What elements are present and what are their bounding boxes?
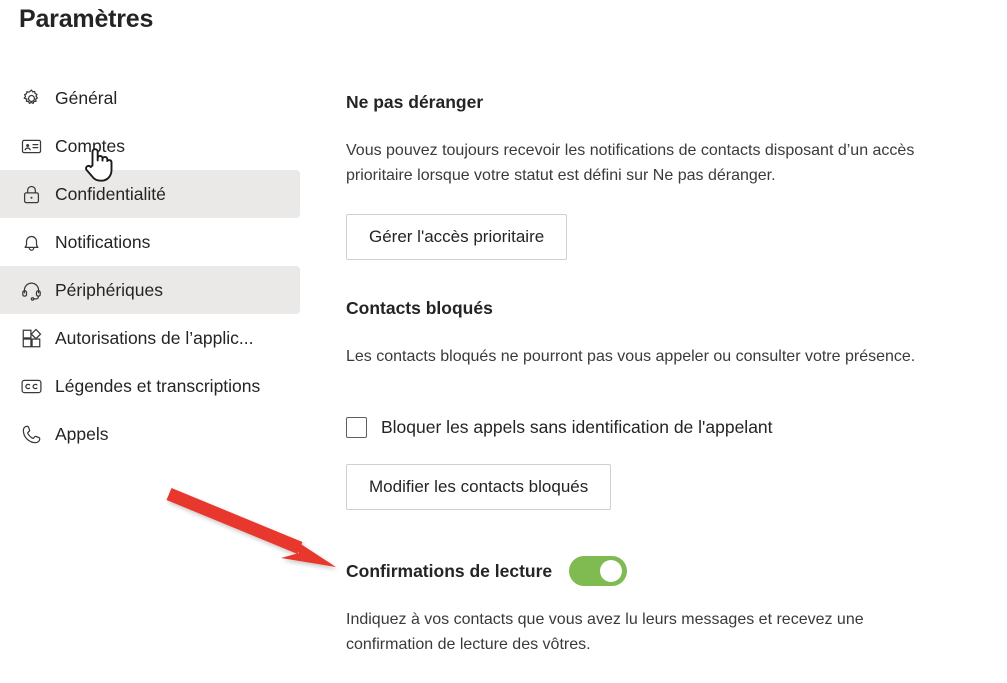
sidebar-item-comptes[interactable]: Comptes — [0, 122, 300, 170]
settings-window: Paramètres Général Comptes Confidentiali… — [0, 0, 1007, 683]
annotation-arrow-icon — [166, 487, 336, 567]
block-anonymous-calls-checkbox-row[interactable]: Bloquer les appels sans identification d… — [346, 416, 773, 438]
headset-icon — [18, 277, 44, 303]
sidebar-item-autorisations[interactable]: Autorisations de l’applic... — [0, 314, 300, 362]
sidebar-item-label: Appels — [55, 424, 109, 444]
read-receipts-toggle[interactable] — [569, 556, 628, 586]
blocked-contacts-description: Les contacts bloqués ne pourront pas vou… — [346, 348, 916, 365]
sidebar-item-peripheriques[interactable]: Périphériques — [0, 266, 300, 314]
toggle-knob — [600, 560, 623, 582]
do-not-disturb-description: Vous pouvez toujours recevoir les notifi… — [346, 142, 915, 184]
sidebar-item-general[interactable]: Général — [0, 74, 300, 122]
sidebar-item-label: Comptes — [55, 136, 126, 156]
read-receipts-description: Indiquez à vos contacts que vous avez lu… — [346, 611, 864, 653]
checkbox-unchecked-icon[interactable] — [346, 416, 367, 438]
sidebar-item-appels[interactable]: Appels — [0, 410, 300, 458]
sidebar-item-legendes-transcriptions[interactable]: Légendes et transcriptions — [0, 362, 300, 410]
bell-icon — [18, 229, 44, 255]
closed-caption-icon — [18, 373, 44, 399]
settings-sidebar: Général Comptes Confidentialité Notifica… — [0, 74, 300, 458]
gear-icon — [18, 85, 44, 111]
sidebar-item-label: Général — [55, 88, 118, 108]
phone-icon — [18, 421, 44, 447]
sidebar-item-label: Notifications — [55, 232, 151, 252]
do-not-disturb-heading: Ne pas déranger — [346, 92, 484, 112]
page-title: Paramètres — [19, 5, 154, 33]
sidebar-item-confidentialite[interactable]: Confidentialité — [0, 170, 300, 218]
apps-grid-icon — [18, 325, 44, 351]
manage-priority-access-button[interactable]: Gérer l'accès prioritaire — [346, 214, 568, 260]
edit-blocked-contacts-button[interactable]: Modifier les contacts bloqués — [346, 464, 612, 510]
read-receipts-row: Confirmations de lecture — [346, 556, 628, 586]
block-anonymous-calls-label: Bloquer les appels sans identification d… — [381, 417, 773, 437]
sidebar-item-notifications[interactable]: Notifications — [0, 218, 300, 266]
blocked-contacts-heading: Contacts bloqués — [346, 298, 493, 318]
sidebar-item-label: Confidentialité — [55, 184, 166, 204]
id-card-icon — [18, 133, 44, 159]
read-receipts-heading: Confirmations de lecture — [346, 561, 553, 581]
sidebar-item-label: Périphériques — [55, 280, 163, 300]
lock-icon — [18, 181, 44, 207]
sidebar-item-label: Autorisations de l’applic... — [55, 328, 254, 348]
sidebar-item-label: Légendes et transcriptions — [55, 376, 261, 396]
